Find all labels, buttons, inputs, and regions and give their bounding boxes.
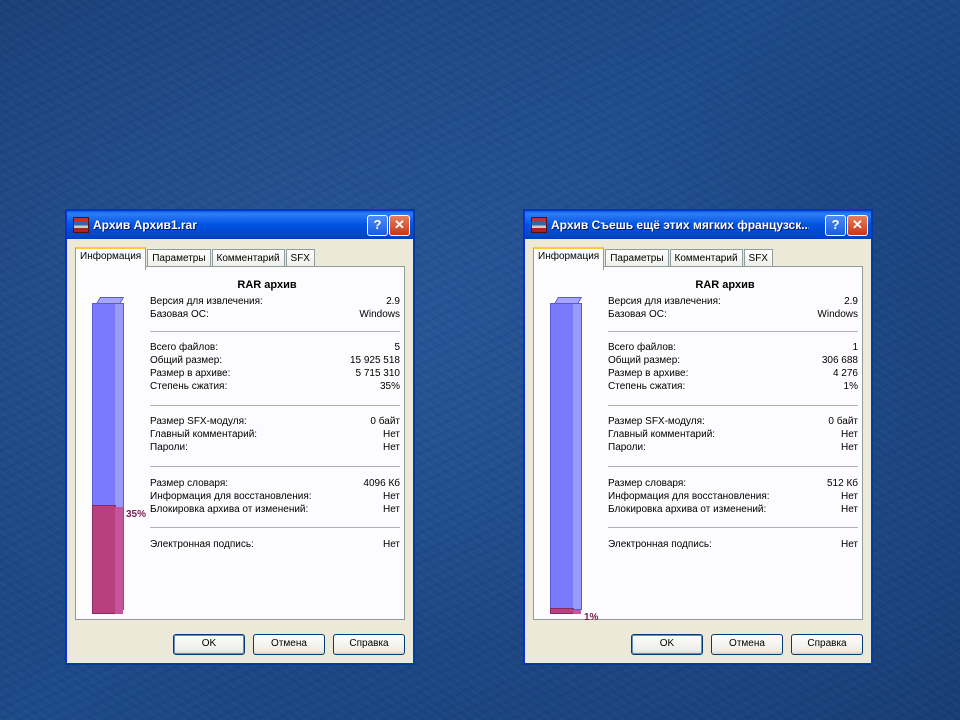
info-row: Информация для восстановления: Нет (150, 491, 400, 502)
gauge-fill (550, 608, 574, 614)
info-row: Базовая ОС: Windows (608, 309, 858, 320)
help-text-button[interactable]: Справка (791, 634, 863, 655)
info-row: Блокировка архива от изменений: Нет (150, 504, 400, 515)
title-bar[interactable]: Архив Съешь ещё этих мягких французск...… (525, 211, 871, 239)
close-button[interactable]: ✕ (847, 215, 868, 236)
info-row: Блокировка архива от изменений: Нет (608, 504, 858, 515)
info-row: Размер SFX-модуля: 0 байт (150, 416, 400, 427)
info-row: Степень сжатия: 1% (608, 381, 858, 392)
window-title: Архив Съешь ещё этих мягких французск... (551, 218, 809, 232)
separator (608, 466, 858, 467)
tab-strip: Информация Параметры Комментарий SFX (533, 247, 774, 270)
files-group: Всего файлов: 1 Общий размер: 306 688 Разм… (608, 341, 858, 393)
dict-group: Размер словаря: 4096 Кб Информация для во… (150, 477, 400, 516)
info-row: Общий размер: 15 925 518 (150, 355, 400, 366)
question-mark-icon: ? (373, 217, 382, 232)
compression-ratio-label: 1% (584, 612, 599, 623)
winrar-icon (73, 217, 89, 233)
dialog-buttons: OK Отмена Справка (165, 634, 405, 655)
info-row: Главный комментарий: Нет (608, 429, 858, 440)
info-row: Информация для восстановления: Нет (608, 491, 858, 502)
signature-group: Электронная подпись: Нет (150, 538, 400, 551)
separator (608, 527, 858, 528)
info-row: Размер словаря: 4096 Кб (150, 478, 400, 489)
close-icon: ✕ (852, 217, 863, 232)
archive-type-heading: RAR архив (695, 279, 755, 291)
info-row: Электронная подпись: Нет (150, 539, 400, 550)
archive-info-dialog-1: Архив Архив1.rar ? ✕ Информация Параметр… (66, 210, 414, 664)
version-group: Версия для извлечения: 2.9 Базовая ОС: Win… (608, 295, 858, 321)
close-button[interactable]: ✕ (389, 215, 410, 236)
winrar-icon (531, 217, 547, 233)
info-row: Пароли: Нет (150, 442, 400, 453)
help-text-button[interactable]: Справка (333, 634, 405, 655)
info-panel: RAR архив 35% Версия для извлечения: 2.9 … (75, 266, 405, 620)
separator (608, 405, 858, 406)
archive-info-dialog-2: Архив Съешь ещё этих мягких французск...… (524, 210, 872, 664)
version-group: Версия для извлечения: 2.9 Базовая ОС: Win… (150, 295, 400, 321)
separator (608, 331, 858, 332)
question-mark-icon: ? (831, 217, 840, 232)
separator (150, 331, 400, 332)
close-icon: ✕ (394, 217, 405, 232)
help-button[interactable]: ? (825, 215, 846, 236)
info-row: Пароли: Нет (608, 442, 858, 453)
separator (150, 527, 400, 528)
cancel-button[interactable]: Отмена (711, 634, 783, 655)
info-row: Версия для извлечения: 2.9 (150, 296, 400, 307)
sfx-group: Размер SFX-модуля: 0 байт Главный коммент… (150, 415, 400, 454)
compression-gauge: 35% (84, 297, 146, 617)
tab-info[interactable]: Информация (75, 247, 147, 270)
info-row: Общий размер: 306 688 (608, 355, 858, 366)
separator (150, 466, 400, 467)
info-row: Размер в архиве: 4 276 (608, 368, 858, 379)
tab-info[interactable]: Информация (533, 247, 605, 270)
ok-button[interactable]: OK (631, 634, 703, 655)
info-row: Размер в архиве: 5 715 310 (150, 368, 400, 379)
ok-button[interactable]: OK (173, 634, 245, 655)
info-row: Электронная подпись: Нет (608, 539, 858, 550)
compression-ratio-label: 35% (126, 509, 147, 520)
sfx-group: Размер SFX-модуля: 0 байт Главный коммент… (608, 415, 858, 454)
signature-group: Электронная подпись: Нет (608, 538, 858, 551)
dialog-buttons: OK Отмена Справка (623, 634, 863, 655)
info-row: Базовая ОС: Windows (150, 309, 400, 320)
info-panel: RAR архив 1% Версия для извлечения: 2.9 Б… (533, 266, 863, 623)
separator (150, 405, 400, 406)
info-row: Версия для извлечения: 2.9 (608, 296, 858, 307)
info-row: Размер словаря: 512 Кб (608, 478, 858, 489)
info-row: Размер SFX-модуля: 0 байт (608, 416, 858, 427)
title-bar[interactable]: Архив Архив1.rar ? ✕ (67, 211, 413, 239)
info-row: Всего файлов: 1 (608, 342, 858, 353)
info-row: Степень сжатия: 35% (150, 381, 400, 392)
compression-gauge: 1% (542, 297, 598, 623)
cancel-button[interactable]: Отмена (253, 634, 325, 655)
window-title: Архив Архив1.rar (93, 218, 197, 232)
archive-type-heading: RAR архив (237, 279, 297, 291)
info-row: Всего файлов: 5 (150, 342, 400, 353)
dict-group: Размер словаря: 512 Кб Информация для вос… (608, 477, 858, 516)
gauge-fill (92, 505, 116, 614)
files-group: Всего файлов: 5 Общий размер: 15 925 518 Р… (150, 341, 400, 393)
info-row: Главный комментарий: Нет (150, 429, 400, 440)
tab-strip: Информация Параметры Комментарий SFX (75, 247, 316, 270)
help-button[interactable]: ? (367, 215, 388, 236)
